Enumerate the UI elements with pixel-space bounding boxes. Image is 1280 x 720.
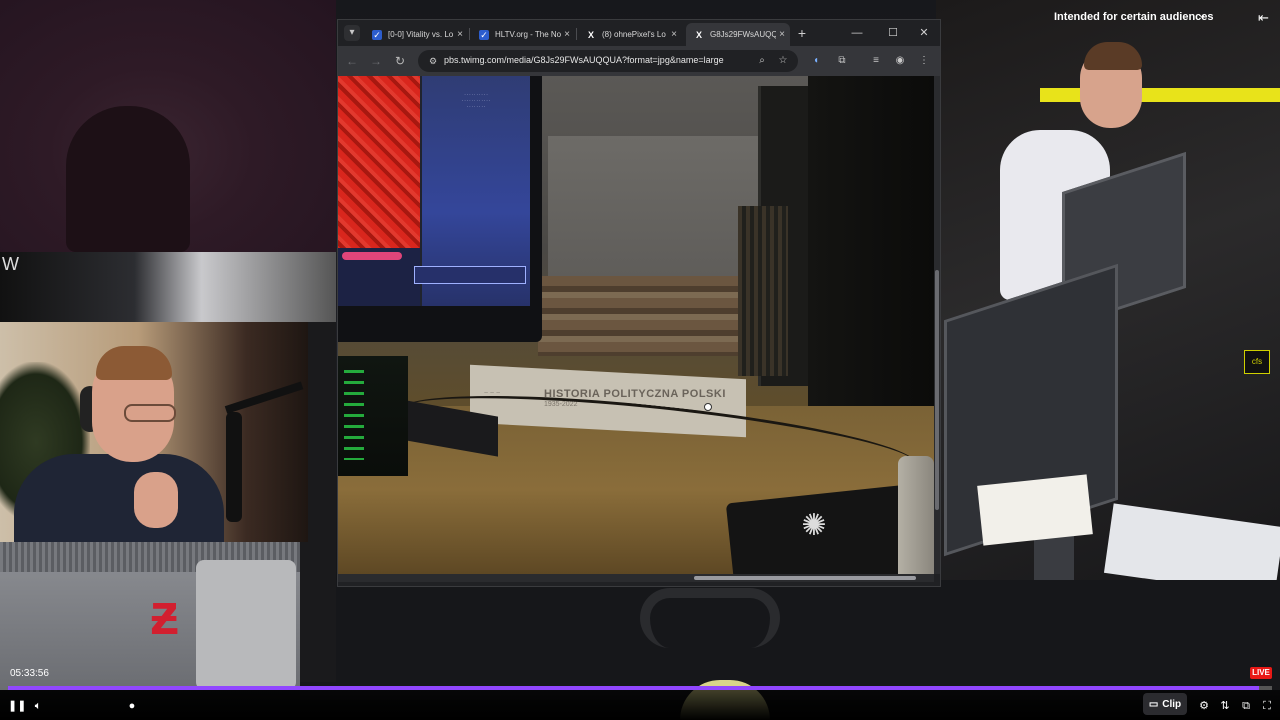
photo-monitor-screen: · · · · · · · · · · · · · · · · · · · · ·… — [338, 76, 530, 306]
player-hair — [1084, 42, 1142, 70]
bookmark-star-icon[interactable]: ☆ — [776, 54, 790, 68]
back-icon[interactable]: ← — [344, 53, 360, 69]
extensions-icon[interactable]: ⧉ — [834, 53, 850, 69]
chevron-down-icon[interactable]: ⌄ — [1198, 10, 1206, 21]
theatre-mode-icon[interactable]: ⇅ — [1217, 699, 1233, 713]
horizontal-scroll-thumb[interactable] — [694, 576, 916, 580]
fullscreen-icon[interactable]: ⛶ — [1259, 699, 1275, 713]
url-text[interactable]: pbs.twimg.com/media/G8Js29FWsAUQQUA?form… — [444, 55, 724, 65]
forward-icon[interactable]: → — [368, 53, 384, 69]
clip-button[interactable]: ▭ Clip — [1143, 693, 1187, 715]
volume-muted-icon[interactable]: 🔈︎ — [30, 699, 46, 713]
displayed-photo: ~ ~ ~ HISTORIA POLITYCZNA POLSKI 1935-20… — [338, 76, 934, 574]
streamer-glasses — [124, 404, 176, 422]
photo-brushes — [738, 206, 788, 376]
vertical-scroll-thumb[interactable] — [935, 270, 939, 510]
tab-divider — [576, 28, 577, 40]
close-icon[interactable]: × — [561, 29, 573, 40]
tab-search-icon[interactable]: ▾ — [344, 25, 360, 41]
mouse-cursor-icon — [704, 403, 712, 411]
partial-letter: W — [2, 254, 19, 274]
tab-ohnepixel[interactable]: X (8) ohnePixel's Lo × — [578, 23, 682, 46]
address-bar[interactable]: ⚙ pbs.twimg.com/media/G8Js29FWsAUQQUA?fo… — [418, 50, 798, 72]
tab-image-active[interactable]: X G8Js29FWsAUQQUA × — [686, 23, 790, 46]
photo-dark-wall — [808, 76, 934, 456]
tab-vitality[interactable]: ✓ [0-0] Vitality vs. Lo × — [364, 23, 468, 46]
tab-title: (8) ohnePixel's Lo — [602, 30, 666, 39]
close-icon[interactable]: × — [454, 29, 466, 40]
steelseries-logo-icon: ✺ — [801, 509, 827, 542]
minimize-icon[interactable]: — — [848, 24, 866, 42]
more-menu-icon[interactable]: ⋮ — [916, 53, 932, 69]
clip-label: Clip — [1162, 698, 1182, 710]
photo-bottle — [898, 456, 934, 574]
popout-icon[interactable]: ⧉ — [1238, 699, 1254, 713]
hltv-icon: ✓ — [479, 29, 489, 40]
x-icon: X — [587, 29, 594, 40]
photo-panel-text: · · · · · · · · · · · · · · · · · · · · ·… — [461, 92, 491, 109]
close-icon[interactable]: × — [776, 29, 788, 40]
audio-playing-icon[interactable]: ◖ — [808, 53, 824, 69]
maximize-icon[interactable]: ☐ — [884, 24, 902, 42]
x-icon: X — [695, 29, 702, 40]
streamer-body — [14, 454, 224, 542]
photo-monitor: · · · · · · · · · · · · · · · · · · · · ·… — [338, 76, 542, 342]
content-classification-label[interactable]: Intended for certain audiences — [1054, 11, 1214, 23]
reading-list-icon[interactable]: ≡ — [868, 53, 884, 69]
tab-title: HLTV.org - The No.1 — [495, 30, 561, 39]
headset — [640, 588, 780, 648]
tab-title: [0-0] Vitality vs. Lo — [388, 30, 454, 39]
pc-case-side — [196, 560, 296, 690]
zowie-logo: ƶ — [150, 582, 179, 647]
partial-scene-strip — [0, 252, 336, 322]
photo-notification — [414, 266, 526, 284]
stream-uptime: 05:33:56 — [10, 668, 49, 679]
microphone — [226, 412, 242, 522]
photo-taskbar-pill — [342, 252, 402, 260]
cfs-logo: cfs — [1244, 350, 1270, 374]
close-icon[interactable]: × — [668, 29, 680, 40]
new-tab-icon[interactable]: + — [794, 25, 810, 41]
clip-icon: ▭ — [1148, 698, 1159, 710]
streamer-hair — [96, 346, 172, 380]
live-badge[interactable]: LIVE — [1250, 667, 1272, 679]
zoom-icon[interactable]: ⌕ — [755, 54, 769, 68]
photo-books — [538, 276, 738, 356]
image-viewport[interactable]: ~ ~ ~ HISTORIA POLITYCZNA POLSKI 1935-20… — [338, 76, 934, 574]
dark-webcam-silhouette — [66, 106, 190, 252]
photo-keyboard-rgb — [344, 370, 364, 460]
mic-arm — [224, 381, 304, 414]
site-info-icon[interactable]: ⚙ — [426, 54, 440, 68]
arena-notebook — [977, 474, 1093, 546]
tab-strip: ▾ ✓ [0-0] Vitality vs. Lo × ✓ HLTV.org -… — [338, 20, 940, 46]
photo-red-game-view — [338, 76, 420, 248]
window-close-icon[interactable]: ✕ — [915, 24, 933, 42]
tab-divider — [469, 28, 470, 40]
browser-window: ▾ ✓ [0-0] Vitality vs. Lo × ✓ HLTV.org -… — [338, 20, 940, 586]
streamer-webcam — [0, 322, 308, 542]
settings-gear-icon[interactable]: ⚙ — [1196, 699, 1212, 713]
browser-toolbar: ← → ↻ ⚙ pbs.twimg.com/media/G8Js29FWsAUQ… — [338, 46, 940, 76]
arena-yellow-banner — [1040, 88, 1280, 102]
reload-icon[interactable]: ↻ — [392, 53, 408, 69]
photo-taskbar — [338, 248, 420, 306]
arena-desk — [300, 580, 1280, 700]
player-controls: ❚❚ 🔈︎ ● ▭ Clip ⚙ ⇅ ⧉ ⛶ — [0, 690, 1280, 720]
hltv-icon: ✓ — [372, 29, 382, 40]
tab-title: G8Js29FWsAUQQUA — [710, 30, 776, 39]
streamer-hand — [134, 472, 178, 528]
volume-slider-knob-icon[interactable]: ● — [124, 699, 140, 713]
pause-icon[interactable]: ❚❚ — [8, 699, 26, 713]
tab-hltv[interactable]: ✓ HLTV.org - The No.1 × — [471, 23, 575, 46]
collapse-arrow-icon[interactable]: ⇤ — [1258, 10, 1269, 26]
profile-icon[interactable]: ◉ — [892, 53, 908, 69]
